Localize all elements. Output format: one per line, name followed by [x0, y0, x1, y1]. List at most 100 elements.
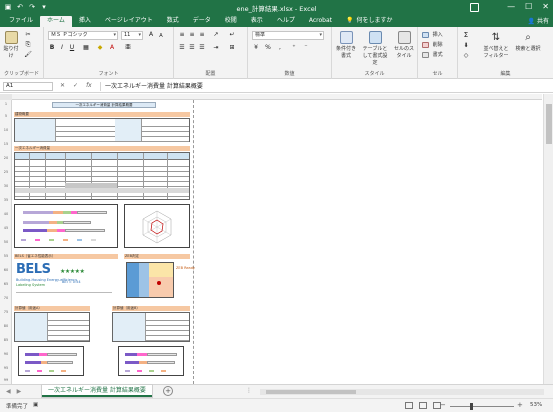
bels-stars: ★★★★★ [60, 268, 85, 275]
italic-button[interactable]: I [58, 44, 66, 52]
next-sheet-icon[interactable]: ▶ [17, 388, 22, 395]
paste-label: 貼り付け [3, 46, 19, 59]
tab-insert[interactable]: 挿入 [72, 16, 98, 27]
page-layout-view-icon[interactable] [419, 402, 427, 409]
increase-decimal-icon[interactable]: ⁺ [290, 44, 298, 52]
align-right-icon[interactable]: ☰ [198, 44, 206, 52]
bold-button[interactable]: B [48, 44, 56, 52]
comma-button[interactable]: , [276, 44, 284, 52]
align-center-icon[interactable]: ☰ [188, 44, 196, 52]
tab-page-layout[interactable]: ページレイアウト [98, 16, 160, 27]
zoom-slider[interactable]: − + [440, 401, 526, 410]
insert-cells-button[interactable]: 挿入 [422, 31, 443, 39]
zoom-in-icon[interactable]: + [517, 401, 523, 409]
fill-icon[interactable]: ⬇ [462, 42, 470, 50]
macro-record-icon[interactable]: ▣ [33, 402, 38, 410]
font-name-value: ＭＳ Ｐゴシック [51, 32, 88, 38]
font-size-combo[interactable]: 11 ▾ [121, 31, 143, 40]
tab-home[interactable]: ホーム [40, 16, 72, 27]
tab-review[interactable]: 校閲 [218, 16, 244, 27]
tab-view[interactable]: 表示 [244, 16, 270, 27]
underline-button[interactable]: U [68, 44, 76, 52]
minimize-button[interactable]: — [507, 2, 515, 11]
ribbon-display-icon[interactable] [470, 3, 479, 12]
tab-acrobat[interactable]: Acrobat [302, 16, 339, 27]
copy-icon[interactable]: ⎘ [24, 41, 32, 49]
tab-data[interactable]: データ [186, 16, 218, 27]
vertical-scroll-thumb[interactable] [546, 104, 552, 144]
formula-input[interactable]: 一次エネルギー消費量 計算結果概要 [100, 82, 540, 91]
conditional-format-icon [339, 31, 353, 44]
format-cells-button[interactable]: 書式 [422, 51, 443, 59]
format-cells-icon [422, 51, 429, 58]
paste-button[interactable]: 貼り付け [2, 31, 20, 59]
worksheet-grid[interactable]: 一次エネルギー消費量 計算結果概要 建物概要 一次エネルギー消費量 BELS（省… [12, 100, 542, 384]
cells-group-label: セル [432, 71, 443, 77]
wrap-text-icon[interactable]: ↵ [228, 31, 236, 39]
cell-styles-label: セルのスタイル [393, 46, 414, 59]
delete-cells-button[interactable]: 削除 [422, 41, 443, 49]
align-bottom-icon[interactable]: ≡ [198, 31, 206, 39]
zoom-track[interactable] [450, 406, 514, 407]
sort-filter-button[interactable]: ⇅ 並べ替えとフィルター [482, 31, 510, 59]
phonetic-icon[interactable]: 亜 [124, 44, 132, 52]
section-bels: BELS（省エネ性能表示） [14, 254, 118, 259]
horizontal-scroll-thumb[interactable] [266, 390, 356, 394]
percent-button[interactable]: % [264, 44, 272, 52]
add-sheet-button[interactable]: + [163, 386, 173, 396]
horizontal-scrollbar[interactable]: ⋮ [246, 387, 544, 395]
clipboard-group: 貼り付け ✂ ⎘ 🖌 クリップボード [0, 27, 44, 79]
insert-function-button[interactable]: fx [86, 82, 92, 89]
align-top-icon[interactable]: ≡ [178, 31, 186, 39]
tell-me-search[interactable]: 💡 何をしますか [339, 16, 400, 27]
merge-center-icon[interactable]: ⊞ [228, 44, 236, 52]
sheet-tab-active[interactable]: 一次エネルギー消費量 計算結果概要 [42, 385, 152, 397]
close-button[interactable]: ✕ [542, 2, 549, 11]
ribbon-home: 貼り付け ✂ ⎘ 🖌 クリップボード ＭＳ Ｐゴシック ▾ 11 ▾ A A B… [0, 27, 553, 79]
conditional-format-button[interactable]: 条件付き書式 [334, 31, 358, 59]
energy-bar-chart [14, 204, 118, 248]
align-left-icon[interactable]: ☰ [178, 44, 186, 52]
split-handle-icon[interactable]: ⋮ [246, 387, 252, 394]
clear-icon[interactable]: ◇ [462, 52, 470, 60]
cut-icon[interactable]: ✂ [24, 31, 32, 39]
shrink-font-button[interactable]: A [157, 32, 165, 40]
calc-b-bar-chart [118, 346, 184, 376]
font-color-icon[interactable]: A [108, 44, 116, 52]
normal-view-icon[interactable] [405, 402, 413, 409]
font-group: ＭＳ Ｐゴシック ▾ 11 ▾ A A B I U ▦ ◆ A 亜 フォント [44, 27, 174, 79]
format-as-table-button[interactable]: テーブルとして書式設定 [362, 31, 388, 66]
zoom-out-icon[interactable]: − [440, 401, 446, 409]
chevron-down-icon: ▾ [319, 32, 322, 38]
fill-color-icon[interactable]: ◆ [96, 44, 104, 52]
zoom-knob[interactable] [470, 403, 473, 410]
font-name-combo[interactable]: ＭＳ Ｐゴシック ▾ [48, 31, 118, 40]
cell-styles-icon [397, 31, 411, 44]
align-middle-icon[interactable]: ≡ [188, 31, 196, 39]
grow-font-button[interactable]: A [147, 31, 155, 39]
name-box[interactable]: A1 [3, 82, 53, 91]
tab-formulas[interactable]: 数式 [160, 16, 186, 27]
indent-icon[interactable]: ⇥ [212, 44, 220, 52]
cell-styles-button[interactable]: セルのスタイル [392, 31, 416, 59]
currency-icon[interactable]: ¥ [252, 44, 260, 52]
format-as-table-label: テーブルとして書式設定 [362, 46, 388, 66]
prev-sheet-icon[interactable]: ◀ [6, 388, 11, 395]
enter-icon[interactable]: ✓ [73, 82, 78, 89]
borders-icon[interactable]: ▦ [82, 44, 90, 52]
number-format-combo[interactable]: 標準 ▾ [252, 31, 324, 40]
decrease-decimal-icon[interactable]: ⁻ [302, 44, 310, 52]
maximize-button[interactable]: ☐ [525, 2, 532, 11]
share-button[interactable]: 👤 共有 [528, 16, 549, 25]
zoom-percent[interactable]: 53% [530, 402, 542, 408]
tab-file[interactable]: ファイル [2, 16, 40, 27]
table-icon [368, 31, 382, 44]
row-headers[interactable]: 1 5 10 15 20 25 30 35 40 45 50 55 60 65 70 75 80 85 … [0, 100, 12, 384]
vertical-scrollbar[interactable] [543, 94, 553, 384]
find-select-button[interactable]: ⌕ 検索と選択 [514, 31, 542, 52]
format-painter-icon[interactable]: 🖌 [24, 51, 32, 59]
tab-help[interactable]: ヘルプ [270, 16, 302, 27]
orientation-icon[interactable]: ↗ [212, 31, 220, 39]
cancel-icon[interactable]: ✕ [60, 82, 65, 89]
autosum-button[interactable]: Σ [462, 31, 470, 39]
